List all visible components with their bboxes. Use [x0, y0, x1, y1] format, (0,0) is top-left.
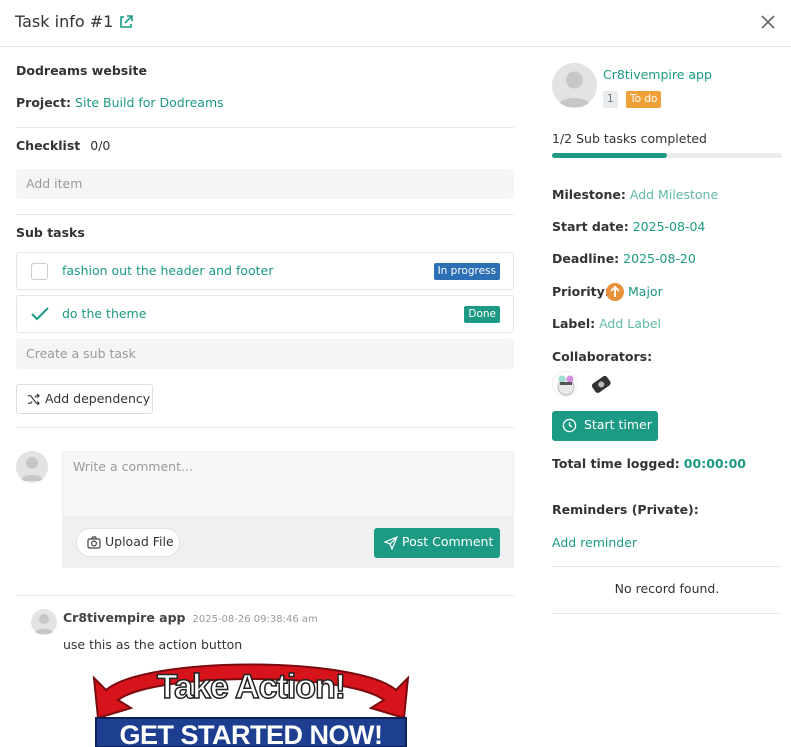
checkmark-icon[interactable]: [30, 305, 50, 323]
start-date-value[interactable]: 2025-08-04: [633, 219, 706, 234]
add-dependency-button[interactable]: Add dependency: [16, 384, 153, 414]
comment-author[interactable]: Cr8tivempire app: [63, 610, 186, 625]
checklist-header: Checklist 0/0: [16, 138, 110, 153]
post-comment-button[interactable]: Post Comment: [374, 528, 500, 558]
shuffle-icon: [27, 393, 40, 406]
priority-label: Priority:: [552, 284, 610, 299]
deadline-value[interactable]: 2025-08-20: [623, 251, 696, 266]
subtask-item[interactable]: do the theme Done: [16, 295, 514, 333]
start-timer-label: Start timer: [584, 417, 652, 432]
comment-author-avatar: [31, 609, 57, 635]
priority-row: Priority:: [552, 284, 610, 299]
subtask-title[interactable]: fashion out the header and footer: [62, 263, 273, 278]
task-name: Dodreams website: [16, 63, 147, 78]
time-logged-label: Total time logged:: [552, 456, 680, 471]
start-date-row: Start date: 2025-08-04: [552, 219, 705, 234]
comment-toolbar: Upload File Post Comment: [62, 517, 514, 568]
milestone-label: Milestone:: [552, 187, 626, 202]
upload-file-button[interactable]: Upload File: [76, 528, 180, 557]
comment-time: 2025-08-26 09:38:46 am: [192, 614, 318, 625]
collaborators-label: Collaborators:: [552, 349, 653, 364]
time-logged-row: Total time logged: 00:00:00: [552, 456, 746, 471]
assignee-name[interactable]: Cr8tivempire app: [603, 67, 712, 82]
divider: [16, 214, 514, 215]
collaborator-avatar[interactable]: [588, 371, 614, 397]
project-row: Project: Site Build for Dodreams: [16, 95, 224, 110]
subtask-progress-bar: [552, 153, 782, 158]
deadline-row: Deadline: 2025-08-20: [552, 251, 696, 266]
add-reminder-link[interactable]: Add reminder: [552, 535, 637, 550]
label-row: Label: Add Label: [552, 316, 661, 331]
priority-arrow-icon: [606, 283, 624, 301]
project-link[interactable]: Site Build for Dodreams: [75, 95, 224, 110]
add-dependency-label: Add dependency: [45, 391, 151, 406]
page-title: Task info #1: [15, 12, 114, 31]
no-record-text: No record found.: [614, 581, 720, 596]
subtask-checkbox[interactable]: [31, 263, 48, 280]
camera-icon: [87, 536, 101, 549]
comment-text: use this as the action button: [63, 637, 243, 652]
divider: [16, 595, 514, 596]
label-label: Label:: [552, 316, 596, 331]
banner-subline: GET STARTED NOW!: [119, 720, 383, 747]
divider: [16, 427, 514, 428]
send-icon: [384, 536, 398, 550]
divider: [552, 566, 782, 567]
close-icon[interactable]: [758, 12, 778, 32]
label-link[interactable]: Add Label: [599, 316, 661, 331]
milestone-link[interactable]: Add Milestone: [630, 187, 718, 202]
subtask-item[interactable]: fashion out the header and footer In pro…: [16, 252, 514, 290]
priority-value[interactable]: Major: [628, 284, 663, 299]
modal-header: Task info #1: [0, 0, 791, 47]
subtasks-label: Sub tasks: [16, 225, 85, 240]
checklist-add-input[interactable]: Add item: [16, 169, 514, 199]
comment-meta: Cr8tivempire app 2025-08-26 09:38:46 am: [63, 610, 318, 625]
deadline-label: Deadline:: [552, 251, 620, 266]
start-timer-button[interactable]: Start timer: [552, 411, 658, 441]
assignee-count-badge: 1: [603, 91, 618, 108]
clock-icon: [562, 418, 577, 433]
comment-textarea[interactable]: Write a comment...: [62, 451, 514, 517]
milestone-row: Milestone: Add Milestone: [552, 187, 718, 202]
upload-file-label: Upload File: [105, 534, 174, 549]
assignee-avatar: [552, 63, 597, 108]
time-logged-value: 00:00:00: [683, 456, 746, 471]
start-date-label: Start date:: [552, 219, 629, 234]
divider: [16, 127, 514, 128]
comment-attachment-image[interactable]: Take Action! GET STARTED NOW!: [86, 660, 416, 747]
banner-headline: Take Action!: [156, 667, 347, 707]
subtask-status-badge: Done: [464, 306, 500, 323]
collaborator-avatar[interactable]: [552, 371, 578, 397]
checklist-label: Checklist: [16, 138, 81, 153]
reminders-label: Reminders (Private):: [552, 502, 699, 517]
subtask-status-badge: In progress: [433, 263, 500, 280]
status-badge[interactable]: To do: [626, 91, 662, 108]
create-subtask-input[interactable]: Create a sub task: [16, 339, 514, 369]
project-label: Project:: [16, 95, 72, 110]
user-avatar: [16, 451, 48, 483]
subtask-progress-fill: [552, 153, 667, 158]
checklist-count: 0/0: [90, 138, 111, 153]
post-comment-label: Post Comment: [402, 534, 494, 549]
subtask-title[interactable]: do the theme: [62, 306, 146, 321]
subtask-progress-text: 1/2 Sub tasks completed: [552, 131, 707, 146]
divider: [552, 613, 782, 614]
external-link-icon[interactable]: [118, 14, 134, 30]
